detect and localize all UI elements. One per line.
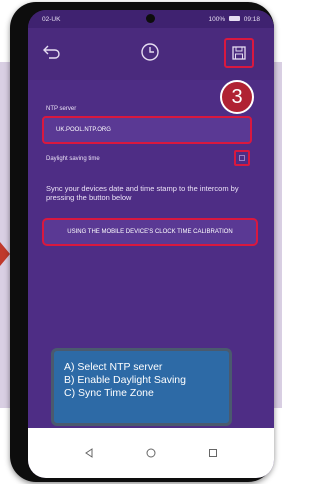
step-badge: 3 — [220, 80, 254, 114]
calibrate-button[interactable]: USING THE MOBILE DEVICE'S CLOCK TIME CAL… — [42, 218, 258, 246]
nav-home-icon[interactable] — [146, 448, 156, 458]
nav-bar — [28, 428, 274, 478]
battery-icon — [228, 16, 240, 22]
dst-label: Daylight saving time — [46, 156, 100, 162]
back-button[interactable] — [38, 38, 66, 66]
nav-back-icon[interactable] — [84, 448, 94, 458]
nav-recents-icon[interactable] — [208, 448, 218, 458]
status-time: 09:18 — [243, 15, 260, 23]
dst-checkbox[interactable] — [234, 150, 250, 166]
app-bar — [28, 28, 274, 80]
ntp-server-field[interactable]: UK.POOL.NTP.ORG — [42, 116, 252, 144]
save-button[interactable] — [224, 38, 254, 68]
pointer-arrow — [0, 242, 10, 266]
status-right: 100% 09:18 — [208, 16, 260, 23]
note-line: A) Select NTP server — [64, 361, 163, 373]
stage: 02-UK 100% 09:18 NTP server UK.POOL.NTP.… — [0, 0, 282, 484]
checkbox-box — [239, 155, 245, 161]
clock-button[interactable] — [136, 38, 164, 66]
sync-description: Sync your devices date and time stamp to… — [46, 184, 239, 202]
carrier-text: 02-UK — [42, 15, 61, 23]
camera-cutout — [146, 14, 155, 23]
battery-percent: 100% — [208, 15, 226, 23]
note-line: B) Enable Daylight Saving — [64, 374, 186, 386]
note-line: C) Sync Time Zone — [64, 387, 154, 399]
save-icon — [232, 46, 246, 60]
clock-icon — [141, 43, 159, 61]
ntp-label: NTP server — [46, 106, 77, 112]
back-arrow-icon — [43, 45, 60, 59]
instruction-note: A) Select NTP server B) Enable Daylight … — [51, 348, 232, 426]
